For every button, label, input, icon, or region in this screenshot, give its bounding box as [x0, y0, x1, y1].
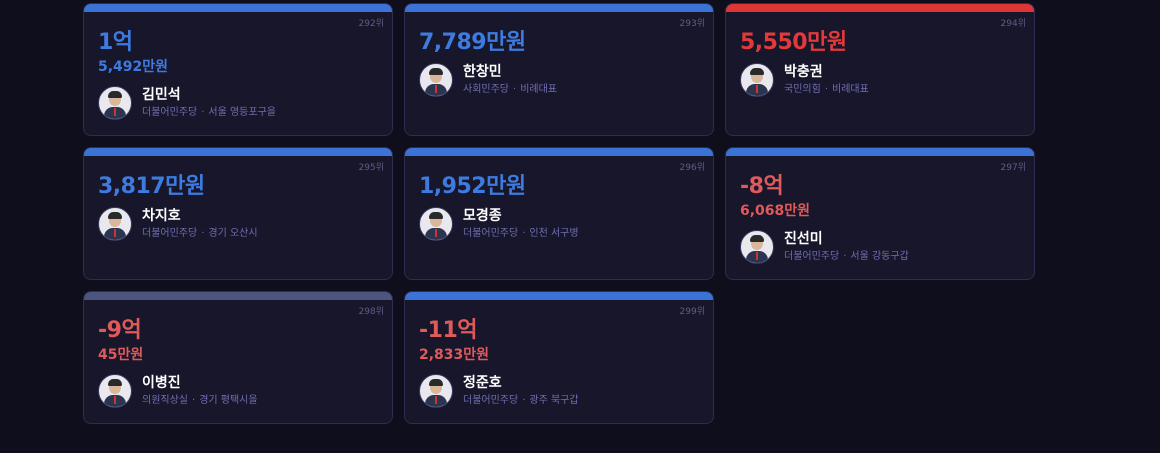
rank-label: 296위: [679, 163, 705, 173]
person-name: 진선미: [784, 231, 823, 247]
avatar: [419, 207, 453, 241]
region-label: 인천 서구병: [529, 228, 579, 239]
avatar: [98, 374, 132, 408]
ranking-card[interactable]: 299위 -11억 2,833만원 정준호 더불어민주당 · 광주 북구갑: [404, 291, 714, 424]
card-top-bar: [726, 4, 1034, 12]
region-label: 광주 북구갑: [529, 395, 579, 406]
ranking-card[interactable]: 293위 7,789만원 한창민 사회민주당 · 비례대표: [404, 3, 714, 136]
party-label: 더불어민주당: [142, 228, 198, 239]
amount-main: 3,817만원: [98, 174, 205, 199]
person-name: 정준호: [463, 375, 502, 391]
person-row: 모경종 더불어민주당 · 인천 서구병: [419, 207, 579, 241]
rank-label: 298위: [358, 307, 384, 317]
party-label: 더불어민주당: [463, 228, 519, 239]
card-top-bar: [84, 4, 392, 12]
person-name: 박충권: [784, 64, 823, 80]
amount-main: -8억: [740, 174, 784, 199]
ranking-card[interactable]: 296위 1,952만원 모경종 더불어민주당 · 인천 서구병: [404, 147, 714, 280]
card-top-bar: [84, 148, 392, 156]
amount-main: -11억: [419, 318, 478, 343]
ranking-card[interactable]: 295위 3,817만원 차지호 더불어민주당 · 경기 오산시: [83, 147, 393, 280]
rank-label: 299위: [679, 307, 705, 317]
person-name: 김민석: [142, 87, 181, 103]
amount-main: 1,952만원: [419, 174, 526, 199]
card-top-bar: [405, 148, 713, 156]
ranking-card[interactable]: 298위 -9억 45만원 이병진 의원직상실 · 경기 평택시을: [83, 291, 393, 424]
rank-label: 293위: [679, 19, 705, 29]
amount-sub: 45만원: [98, 347, 144, 363]
person-row: 김민석 더불어민주당 · 서울 영등포구을: [98, 86, 276, 120]
party-label: 사회민주당: [463, 84, 509, 95]
amount-sub: 6,068만원: [740, 203, 811, 219]
region-label: 경기 평택시을: [199, 395, 258, 406]
person-row: 정준호 더불어민주당 · 광주 북구갑: [419, 374, 579, 408]
party-label: 더불어민주당: [463, 395, 519, 406]
amount-main: 7,789만원: [419, 30, 526, 55]
amount-main: 1억: [98, 30, 133, 55]
amount-sub: 2,833만원: [419, 347, 490, 363]
card-top-bar: [84, 292, 392, 300]
party-label: 의원직상실: [142, 395, 188, 406]
person-row: 진선미 더불어민주당 · 서울 강동구갑: [740, 230, 909, 264]
person-row: 한창민 사회민주당 · 비례대표: [419, 63, 557, 97]
person-name: 차지호: [142, 208, 181, 224]
party-label: 더불어민주당: [142, 107, 198, 118]
ranking-card[interactable]: 292위 1억 5,492만원 김민석 더불어민주당 · 서울 영등포구을: [83, 3, 393, 136]
person-name: 한창민: [463, 64, 502, 80]
card-top-bar: [405, 292, 713, 300]
party-label: 국민의힘: [784, 84, 821, 95]
avatar: [419, 63, 453, 97]
rank-label: 297위: [1000, 163, 1026, 173]
ranking-card[interactable]: 297위 -8억 6,068만원 진선미 더불어민주당 · 서울 강동구갑: [725, 147, 1035, 280]
avatar: [419, 374, 453, 408]
person-row: 차지호 더불어민주당 · 경기 오산시: [98, 207, 258, 241]
rank-label: 295위: [358, 163, 384, 173]
amount-sub: 5,492만원: [98, 59, 169, 75]
amount-main: 5,550만원: [740, 30, 847, 55]
region-label: 비례대표: [832, 84, 869, 95]
person-name: 이병진: [142, 375, 181, 391]
avatar: [98, 207, 132, 241]
avatar: [740, 63, 774, 97]
rank-label: 294위: [1000, 19, 1026, 29]
card-top-bar: [405, 4, 713, 12]
avatar: [740, 230, 774, 264]
region-label: 서울 강동구갑: [850, 251, 909, 262]
person-row: 이병진 의원직상실 · 경기 평택시을: [98, 374, 258, 408]
card-top-bar: [726, 148, 1034, 156]
avatar: [98, 86, 132, 120]
rank-label: 292위: [358, 19, 384, 29]
amount-main: -9억: [98, 318, 142, 343]
person-name: 모경종: [463, 208, 502, 224]
ranking-card-grid: 292위 1억 5,492만원 김민석 더불어민주당 · 서울 영등포구을 293위…: [83, 3, 1035, 424]
person-row: 박충권 국민의힘 · 비례대표: [740, 63, 869, 97]
ranking-card[interactable]: 294위 5,550만원 박충권 국민의힘 · 비례대표: [725, 3, 1035, 136]
region-label: 경기 오산시: [208, 228, 258, 239]
region-label: 비례대표: [520, 84, 557, 95]
party-label: 더불어민주당: [784, 251, 840, 262]
region-label: 서울 영등포구을: [208, 107, 276, 118]
